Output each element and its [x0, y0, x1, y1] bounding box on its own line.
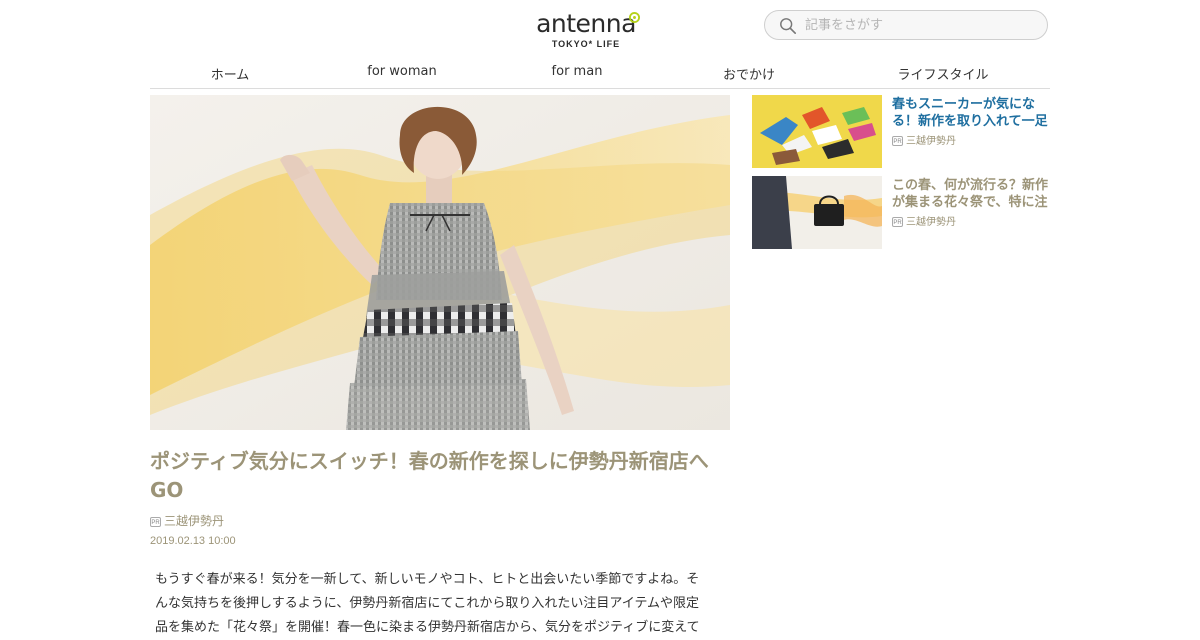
sidebar-thumb-sneakers[interactable] [752, 95, 882, 168]
search-box[interactable] [764, 10, 1048, 40]
logo-tagline: TOKYO* LIFE [551, 39, 621, 49]
nav-item-odekake[interactable]: おでかけ [723, 64, 775, 83]
sidebar-thumb-hanabana[interactable] [752, 176, 882, 249]
logo-wordmark: antenna [536, 9, 636, 38]
pr-badge: PR [150, 516, 161, 527]
article-date: 2019.02.13 10:00 [150, 535, 236, 547]
antenna-logo[interactable]: antenna TOKYO* LIFE [530, 10, 642, 52]
pr-badge: PR [892, 217, 903, 227]
logo-flower-icon [629, 12, 640, 23]
article-hero-image[interactable] [150, 95, 730, 430]
article-title[interactable]: ポジティブ気分にスイッチ！春の新作を探しに伊勢丹新宿店へGO [150, 447, 730, 505]
hero-photo-fashion-model [150, 95, 730, 430]
nav-item-home[interactable]: ホーム [211, 64, 250, 83]
sidebar-article-sneakers[interactable]: 春もスニーカーが気になる！新作を取り入れて一足 PR 三越伊勢丹 [752, 95, 1050, 169]
category-nav: ホーム for woman for man おでかけ ライフスタイル [150, 62, 1050, 89]
search-input[interactable] [805, 15, 1035, 35]
sidebar-article-hanabana[interactable]: この春、何が流行る？新作が集まる花々祭で、特に注 PR 三越伊勢丹 [752, 176, 1050, 250]
nav-item-for-woman[interactable]: for woman [367, 64, 436, 79]
sidebar-source-hanabana: PR 三越伊勢丹 [892, 213, 956, 228]
nav-item-for-man[interactable]: for man [552, 64, 603, 79]
sidebar-title-hanabana[interactable]: この春、何が流行る？新作が集まる花々祭で、特に注 [892, 177, 1050, 211]
sidebar-source-sneakers: PR 三越伊勢丹 [892, 132, 956, 147]
article-byline: PR 三越伊勢丹 [150, 512, 224, 529]
sidebar-source-label[interactable]: 三越伊勢丹 [906, 136, 956, 147]
sidebar-title-sneakers[interactable]: 春もスニーカーが気になる！新作を取り入れて一足 [892, 96, 1050, 130]
search-icon[interactable] [779, 17, 797, 35]
pr-badge: PR [892, 136, 903, 146]
article-source[interactable]: 三越伊勢丹 [164, 514, 224, 528]
sidebar-source-label[interactable]: 三越伊勢丹 [906, 217, 956, 228]
article-body: もうすぐ春が来る！気分を一新して、新しいモノやコト、ヒトと出会いたい季節ですよね… [155, 572, 700, 635]
nav-item-lifestyle[interactable]: ライフスタイル [897, 64, 988, 83]
